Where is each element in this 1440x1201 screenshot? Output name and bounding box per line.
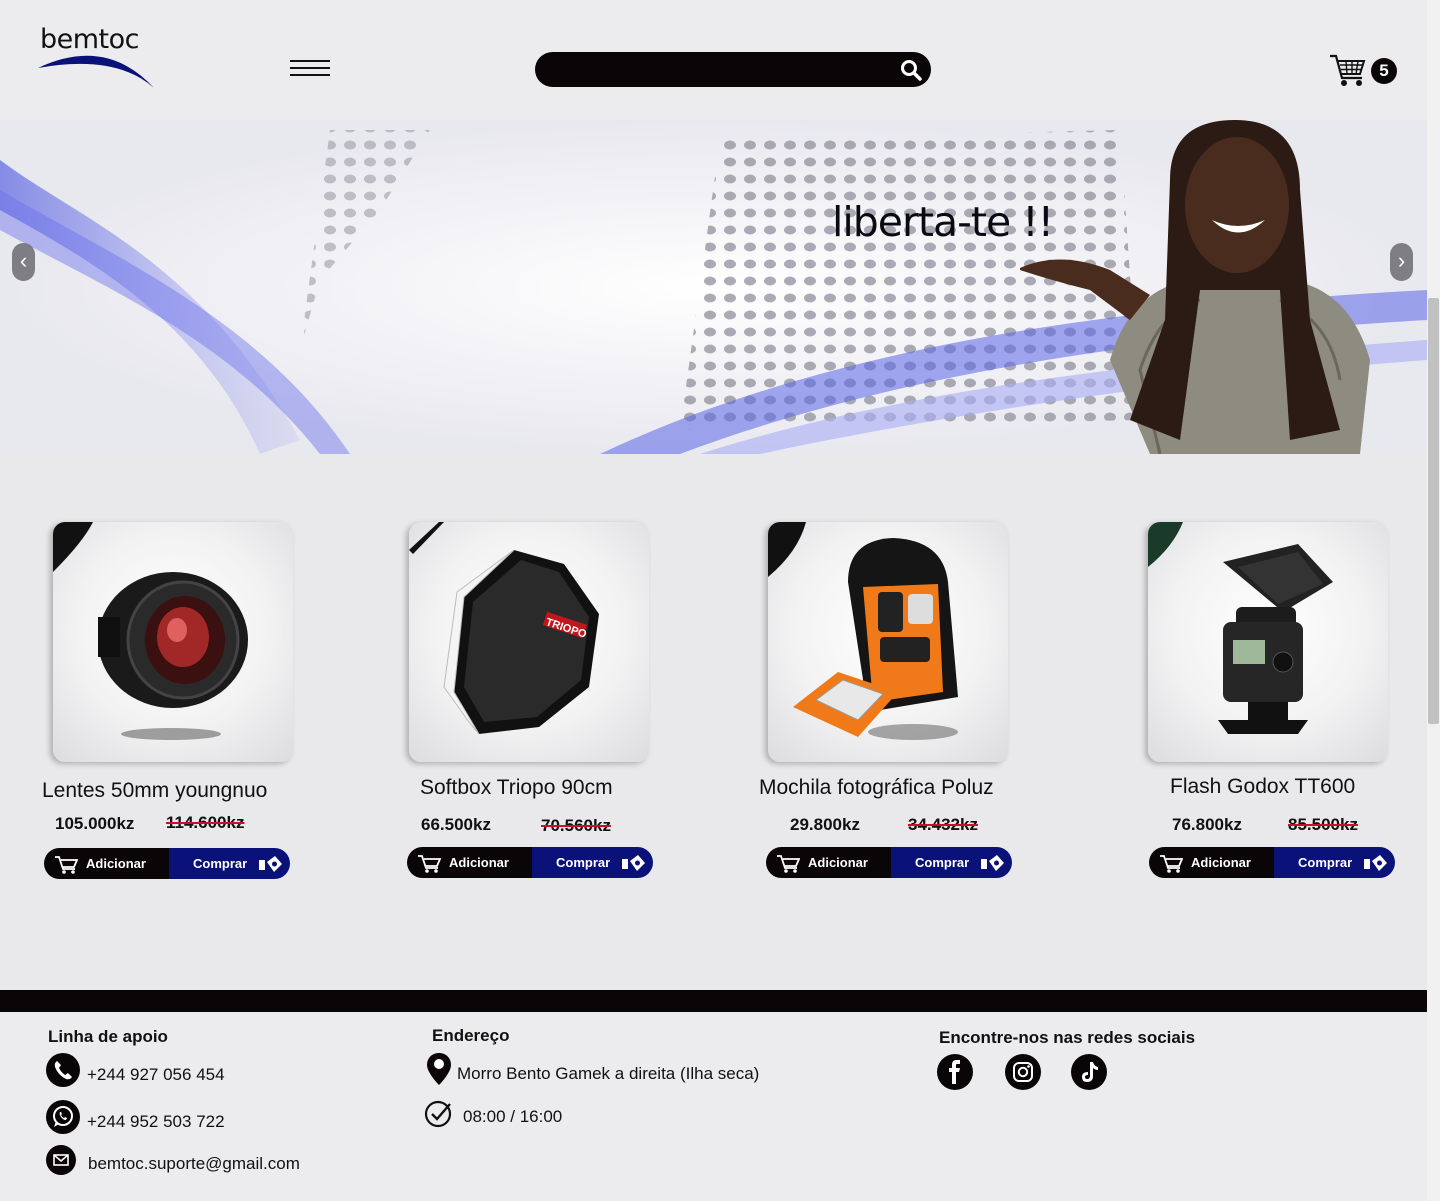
cart-count-badge: 5 <box>1371 58 1397 84</box>
support-whatsapp[interactable]: +244 952 503 722 <box>87 1112 225 1132</box>
product-actions: Adicionar Comprar <box>407 847 653 878</box>
product-image-camera-lens[interactable] <box>53 522 293 762</box>
scrollbar-thumb[interactable] <box>1428 298 1439 724</box>
add-to-cart-button[interactable]: Adicionar <box>44 848 169 879</box>
product-price: 105.000kz <box>55 814 135 833</box>
site-header: bemtoc 5 <box>0 0 1427 120</box>
tiktok-link[interactable] <box>1071 1054 1107 1090</box>
product-old-price: 85.500kz <box>1288 815 1358 834</box>
add-to-cart-label: Adicionar <box>808 855 868 870</box>
add-to-cart-button[interactable]: Adicionar <box>766 847 891 878</box>
product-actions: Adicionar Comprar <box>44 848 290 879</box>
buy-now-button[interactable]: Comprar <box>169 848 290 879</box>
payment-hand-icon <box>259 855 283 872</box>
add-to-cart-label: Adicionar <box>1191 855 1251 870</box>
payment-hand-icon <box>981 854 1005 871</box>
product-price: 66.500kz <box>421 815 491 834</box>
product-name[interactable]: Mochila fotográfica Poluz <box>759 776 994 800</box>
product-name[interactable]: Lentes 50mm youngnuo <box>42 779 267 803</box>
search-input[interactable] <box>553 58 873 81</box>
phone-icon <box>46 1053 80 1087</box>
support-phone[interactable]: +244 927 056 454 <box>87 1065 225 1085</box>
product-price: 29.800kz <box>790 815 860 834</box>
product-name[interactable]: Softbox Triopo 90cm <box>420 776 613 800</box>
add-to-cart-button[interactable]: Adicionar <box>1149 847 1274 878</box>
product-image-camera-backpack[interactable] <box>768 522 1008 762</box>
carousel-next-button[interactable]: › <box>1390 243 1413 281</box>
address-text: Morro Bento Gamek a direita (Ilha seca) <box>457 1064 760 1083</box>
hero-headline: liberta-te !! <box>832 198 1054 246</box>
payment-hand-icon <box>622 854 646 871</box>
product-image-speedlite-flash[interactable] <box>1148 522 1388 762</box>
add-to-cart-button[interactable]: Adicionar <box>407 847 532 878</box>
add-to-cart-label: Adicionar <box>86 856 146 871</box>
search-icon[interactable] <box>897 56 925 84</box>
hero-background-art <box>0 120 1427 454</box>
add-to-cart-label: Adicionar <box>449 855 509 870</box>
cart-icon <box>1160 854 1183 873</box>
hamburger-menu-icon[interactable] <box>290 58 331 78</box>
footer-divider <box>0 990 1427 1012</box>
product-actions: Adicionar Comprar <box>766 847 1012 878</box>
shopping-cart-icon <box>1330 54 1366 86</box>
product-old-price: 34.432kz <box>908 815 978 834</box>
buy-now-button[interactable]: Comprar <box>1274 847 1395 878</box>
hero-banner: liberta-te !! ‹ › <box>0 120 1427 454</box>
logo-swoosh <box>38 55 154 88</box>
product-actions: Adicionar Comprar <box>1149 847 1395 878</box>
buy-now-label: Comprar <box>915 855 970 870</box>
email-icon <box>46 1145 76 1175</box>
tiktok-icon <box>1082 1062 1098 1082</box>
buy-now-label: Comprar <box>1298 855 1353 870</box>
product-image-octagonal-softbox[interactable]: TRIOPO <box>409 522 649 762</box>
cart-icon <box>777 854 800 873</box>
product-price: 76.800kz <box>1172 815 1242 834</box>
buy-now-button[interactable]: Comprar <box>891 847 1012 878</box>
buy-now-button[interactable]: Comprar <box>532 847 653 878</box>
clock-check-icon <box>424 1100 452 1128</box>
product-old-price: 114.600kz <box>166 813 245 832</box>
search-bar <box>535 52 931 87</box>
buy-now-label: Comprar <box>193 856 248 871</box>
product-name[interactable]: Flash Godox TT600 <box>1170 775 1355 799</box>
instagram-link[interactable] <box>1005 1054 1041 1090</box>
cart-icon <box>418 854 441 873</box>
instagram-icon <box>1013 1062 1033 1082</box>
support-email[interactable]: bemtoc.suporte@gmail.com <box>88 1154 300 1174</box>
product-old-price: 70.560kz <box>541 816 611 835</box>
location-pin-icon <box>427 1053 451 1085</box>
facebook-icon <box>949 1060 960 1084</box>
support-title: Linha de apoio <box>48 1027 168 1046</box>
cart-icon <box>55 855 78 874</box>
site-footer: Linha de apoio +244 927 056 454 +244 952… <box>0 1012 1427 1201</box>
address-title: Endereço <box>432 1026 510 1045</box>
business-hours: 08:00 / 16:00 <box>463 1107 563 1126</box>
bemtoc-logo[interactable]: bemtoc <box>36 24 160 92</box>
social-title: Encontre-nos nas redes sociais <box>939 1028 1196 1047</box>
carousel-prev-button[interactable]: ‹ <box>12 243 35 281</box>
facebook-link[interactable] <box>937 1054 973 1090</box>
buy-now-label: Comprar <box>556 855 611 870</box>
payment-hand-icon <box>1364 854 1388 871</box>
whatsapp-icon <box>46 1100 80 1134</box>
